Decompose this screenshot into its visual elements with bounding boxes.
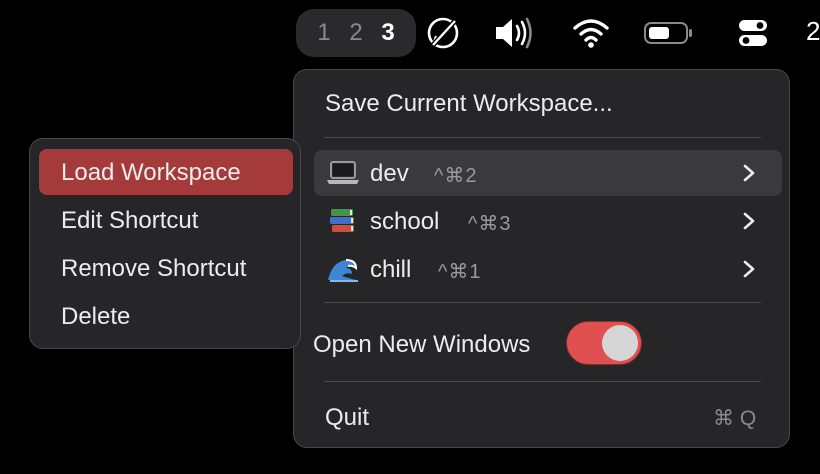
- volume-icon[interactable]: [493, 14, 535, 52]
- open-new-windows-toggle[interactable]: [566, 321, 642, 365]
- books-icon: [330, 209, 354, 232]
- workspace-name: school: [370, 208, 440, 235]
- workspace-item-school[interactable]: school ^⌘3: [314, 198, 782, 244]
- wifi-icon[interactable]: [571, 14, 611, 52]
- delete-item[interactable]: Delete: [39, 293, 293, 339]
- space-1[interactable]: 1: [315, 19, 333, 47]
- menu-item-label: Edit Shortcut: [61, 207, 199, 234]
- edit-shortcut-item[interactable]: Edit Shortcut: [39, 197, 293, 243]
- remove-shortcut-item[interactable]: Remove Shortcut: [39, 245, 293, 291]
- menu-divider: [324, 302, 761, 303]
- screen: 1 2 3 2 Save Current Workspace... dev ^⌘…: [0, 0, 820, 474]
- menubar-clipped-clock[interactable]: 2: [806, 16, 820, 47]
- workspace-shortcut: ^⌘1: [438, 261, 482, 283]
- menu-item-label: Load Workspace: [61, 159, 241, 186]
- workspace-name: dev: [370, 160, 409, 187]
- quit-item[interactable]: Quit: [325, 404, 369, 432]
- spaces-indicator[interactable]: 1 2 3: [296, 9, 416, 57]
- workspace-name: chill: [370, 256, 412, 283]
- menu-item-label: Delete: [61, 303, 131, 330]
- menu-divider: [324, 137, 761, 138]
- battery-icon[interactable]: [643, 14, 695, 52]
- menu-item-label: Remove Shortcut: [61, 255, 247, 282]
- workspace-item-chill[interactable]: chill ^⌘1: [314, 246, 782, 292]
- chevron-right-icon: [743, 164, 755, 182]
- workspace-shortcut: ^⌘3: [468, 213, 512, 235]
- workspaces-menu: Save Current Workspace... dev ^⌘2 school…: [293, 69, 790, 448]
- space-3[interactable]: 3: [379, 19, 397, 47]
- space-2[interactable]: 2: [347, 19, 365, 47]
- workspace-context-menu: Load Workspace Edit Shortcut Remove Shor…: [29, 138, 301, 349]
- quit-shortcut: ⌘ Q: [713, 407, 757, 430]
- open-new-windows-label: Open New Windows: [313, 331, 531, 358]
- save-current-workspace-item[interactable]: Save Current Workspace...: [325, 90, 613, 118]
- control-center-icon[interactable]: [736, 14, 770, 52]
- rocket-slash-icon[interactable]: [424, 14, 462, 52]
- chevron-right-icon: [743, 212, 755, 230]
- laptop-icon: [327, 161, 359, 184]
- wave-icon: [328, 259, 358, 282]
- workspace-shortcut: ^⌘2: [434, 165, 478, 187]
- load-workspace-item[interactable]: Load Workspace: [39, 149, 293, 195]
- menu-divider: [324, 381, 761, 382]
- toggle-knob: [602, 325, 638, 361]
- workspace-item-dev[interactable]: dev ^⌘2: [314, 150, 782, 196]
- chevron-right-icon: [743, 260, 755, 278]
